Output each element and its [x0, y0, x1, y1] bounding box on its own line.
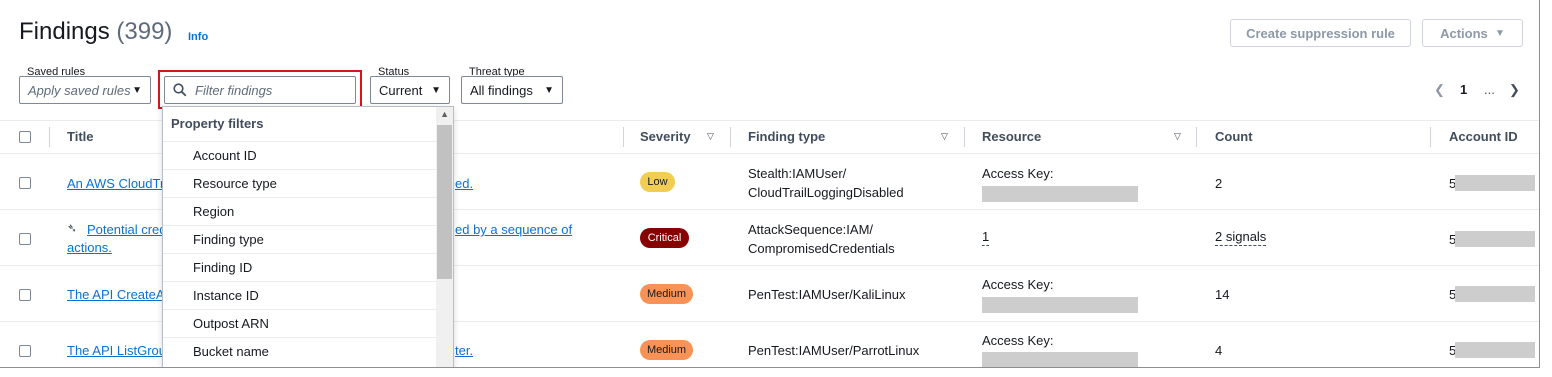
finding-title-start[interactable]: The API CreateAc [67, 287, 171, 302]
pagination-ellipsis: ... [1484, 82, 1495, 97]
caret-down-icon: ▼ [544, 84, 554, 96]
severity-badge: Low [640, 172, 675, 192]
column-separator [49, 127, 50, 147]
row-checkbox[interactable] [19, 345, 31, 357]
scrollbar-thumb[interactable] [437, 125, 452, 279]
page-1-button[interactable]: 1 [1460, 82, 1467, 97]
redacted-account-id [1455, 175, 1535, 191]
finding-type-line2: CloudTrailLoggingDisabled [748, 185, 904, 200]
count-value: 4 [1215, 343, 1223, 358]
finding-title-end[interactable]: ed by a sequence of [455, 222, 572, 237]
next-page-icon[interactable]: ❯ [1509, 82, 1520, 98]
column-separator [964, 127, 965, 147]
finding-title-start[interactable]: Potential cred [87, 222, 167, 237]
finding-title-link-end[interactable]: ed by a sequence of [455, 220, 572, 239]
actions-label: Actions [1440, 25, 1488, 41]
severity-badge: Critical [640, 228, 689, 248]
signals-count[interactable]: 2 signals [1215, 229, 1267, 246]
resource-label: Access Key: [982, 166, 1054, 181]
filter-option-outpost-arn[interactable]: Outpost ARN [163, 309, 437, 337]
finding-type-line1: PenTest:IAMUser/KaliLinux [748, 287, 906, 302]
resource-label: Access Key: [982, 333, 1054, 348]
actions-button[interactable]: Actions ▼ [1422, 19, 1523, 47]
column-title[interactable]: Title [67, 129, 94, 144]
column-separator [730, 127, 731, 147]
redacted-account-id [1455, 342, 1535, 358]
scroll-up-icon[interactable]: ▲ [440, 109, 449, 119]
caret-down-icon: ▼ [431, 84, 441, 96]
page-title: Findings (399) [19, 18, 172, 46]
filter-findings-input[interactable]: Filter findings [164, 76, 356, 104]
finding-title-line2-text[interactable]: actions. [67, 240, 112, 255]
search-icon [173, 83, 187, 97]
column-separator [1196, 127, 1197, 147]
property-filters-dropdown: Property filters Account ID Resource typ… [162, 106, 454, 367]
previous-page-icon[interactable]: ❮ [1434, 82, 1445, 98]
filter-option-finding-type[interactable]: Finding type [163, 225, 437, 253]
resource-count[interactable]: 1 [982, 229, 990, 246]
finding-title-start[interactable]: The API ListGrou [67, 343, 166, 358]
redacted-account-id [1455, 286, 1535, 302]
saved-rules-select[interactable]: Apply saved rules ▼ [19, 76, 151, 104]
column-finding-type[interactable]: Finding type [748, 129, 825, 144]
status-select[interactable]: Current ▼ [370, 76, 450, 104]
column-separator [623, 127, 624, 147]
finding-type-line1: Stealth:IAMUser/ [748, 166, 847, 181]
redacted-access-key [982, 297, 1138, 313]
finding-title-link-end[interactable]: ter. [455, 341, 473, 360]
redacted-access-key [982, 186, 1138, 202]
filter-option-instance-id[interactable]: Instance ID [163, 281, 437, 309]
threat-type-select[interactable]: All findings ▼ [461, 76, 563, 104]
finding-title-link-end[interactable]: ed. [455, 174, 473, 193]
finding-title-end[interactable]: ter. [455, 343, 473, 358]
count-value: 14 [1215, 287, 1230, 302]
finding-title-link[interactable]: The API CreateAc [67, 285, 171, 304]
finding-title-link[interactable]: An AWS CloudTra [67, 174, 172, 193]
saved-rules-placeholder: Apply saved rules [28, 82, 131, 98]
redacted-account-id [1455, 231, 1535, 247]
finding-title-line2[interactable]: actions. [67, 238, 112, 257]
findings-count: (399) [116, 18, 173, 45]
finding-title-link[interactable]: The API ListGrou [67, 341, 166, 360]
filter-findings-placeholder: Filter findings [195, 82, 273, 98]
finding-type-line1: AttackSequence:IAM/ [748, 222, 874, 237]
column-separator [1430, 127, 1431, 147]
finding-title-end[interactable]: ed. [455, 176, 473, 191]
create-suppression-rule-button[interactable]: Create suppression rule [1230, 19, 1411, 47]
sort-icon[interactable]: ▽ [1174, 131, 1181, 142]
info-link[interactable]: Info [188, 31, 208, 43]
count-value: 2 [1215, 176, 1223, 191]
column-severity[interactable]: Severity [640, 129, 691, 144]
filter-option-finding-id[interactable]: Finding ID [163, 253, 437, 281]
findings-page: Findings (399) Info Create suppression r… [0, 0, 1540, 368]
filter-option-resource-type[interactable]: Resource type [163, 169, 437, 197]
caret-down-icon: ▼ [132, 84, 142, 96]
redacted-access-key [982, 352, 1138, 367]
finding-type-line2: CompromisedCredentials [748, 241, 895, 256]
row-checkbox[interactable] [19, 289, 31, 301]
row-checkbox[interactable] [19, 177, 31, 189]
threat-type-value: All findings [470, 82, 533, 98]
select-all-checkbox[interactable] [19, 131, 31, 143]
filter-option-bucket-name[interactable]: Bucket name [163, 337, 437, 365]
page-title-text: Findings [19, 18, 110, 45]
status-value: Current [379, 82, 423, 98]
severity-badge: Medium [640, 340, 693, 360]
filter-option-account-id[interactable]: Account ID [163, 141, 437, 169]
property-filters-heading: Property filters [171, 116, 264, 131]
filter-option-region[interactable]: Region [163, 197, 437, 225]
column-count[interactable]: Count [1215, 129, 1253, 144]
severity-badge: Medium [640, 284, 693, 304]
caret-down-icon: ▼ [1495, 27, 1505, 39]
row-checkbox[interactable] [19, 233, 31, 245]
sort-icon[interactable]: ▽ [707, 131, 714, 142]
finding-title-link[interactable]: Potential cred [87, 220, 167, 239]
resource-label: Access Key: [982, 277, 1054, 292]
attack-sequence-icon: ➴ [67, 221, 78, 235]
finding-type-line1: PenTest:IAMUser/ParrotLinux [748, 343, 920, 358]
sort-icon[interactable]: ▽ [941, 131, 948, 142]
column-resource[interactable]: Resource [982, 129, 1041, 144]
finding-title-start[interactable]: An AWS CloudTra [67, 176, 172, 191]
column-account-id[interactable]: Account ID [1449, 129, 1518, 144]
